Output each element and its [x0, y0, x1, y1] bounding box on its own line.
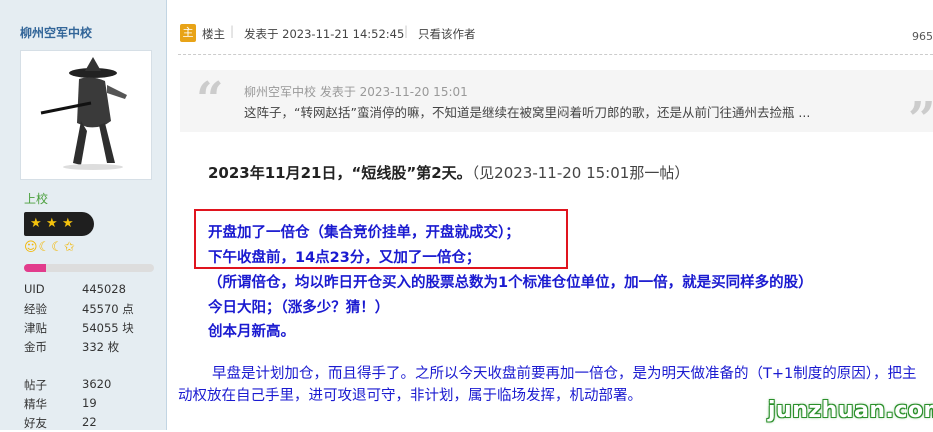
post-headline: 2023年11月21日，“短线股”第2天。（见2023-11-20 15:01那…: [208, 162, 689, 183]
stat-value[interactable]: 445028: [82, 282, 126, 296]
avatar[interactable]: [20, 50, 152, 180]
post-header: 主 楼主 | 发表于 2023-11-21 14:52:45 | 只看该作者 9…: [166, 0, 933, 64]
thread-starter-icon: 主: [180, 24, 196, 42]
site-watermark: junzhuan.com: [768, 398, 933, 423]
content-line: 下午收盘前，14点23分，又加了一倍仓；: [208, 250, 481, 266]
stat-value: 54055 块: [82, 321, 134, 335]
star-icon: ★: [62, 216, 74, 231]
stat-value[interactable]: 19: [82, 396, 97, 410]
close-quote-icon: ”: [908, 92, 933, 148]
view-count: 965: [912, 30, 933, 43]
content-line: 创本月新高。: [208, 324, 295, 340]
header-divider: |: [404, 24, 409, 38]
level-icons: ☺☾☾✩: [24, 240, 76, 255]
level-progress-bar: [24, 264, 154, 272]
open-quote-icon: “: [196, 72, 224, 128]
rank-badge-icon: ★ ★ ★: [24, 212, 94, 236]
quote-text: 这阵子，“转网赵括”蛮消停的嘛，不知道是继续在被窝里闷着听刀郎的歌，还是从前门往…: [244, 105, 811, 120]
stat-spacer: [24, 356, 164, 375]
level-progress-fill: [24, 264, 47, 272]
quote-meta[interactable]: 柳州空军中校 发表于 2023-11-20 15:01: [244, 83, 468, 100]
rank-title: 上校: [24, 192, 49, 206]
stat-row-friends: 好友 22: [24, 413, 164, 432]
stat-value[interactable]: 22: [82, 415, 97, 429]
headline-bold: 2023年11月21日，“短线股”第2天。: [208, 164, 472, 182]
author-stats: UID 445028 经验 45570 点 津贴 54055 块 金币 332 枚 帖子…: [24, 280, 164, 432]
stat-row-digest: 精华 19: [24, 394, 164, 413]
stat-row-allowance: 津贴 54055 块: [24, 318, 164, 337]
only-author-link[interactable]: 只看该作者: [418, 26, 476, 42]
star-icon: ★: [46, 216, 58, 231]
content-line: （所谓倍仓，均以昨日开仓买入的股票总数为1个标准仓位单位，加一倍，就是买同样多的…: [208, 275, 813, 291]
op-label: 楼主: [202, 27, 225, 41]
quote-block: “ 柳州空军中校 发表于 2023-11-20 15:01 这阵子，“转网赵括”…: [180, 70, 933, 148]
stat-row-posts: 帖子 3620: [24, 375, 164, 394]
author-sidebar: 柳州空军中校 上校 ★ ★ ★ ☺☾☾✩ UID 445028 经验 45570 点…: [0, 0, 167, 430]
stat-row-experience: 经验 45570 点: [24, 299, 164, 318]
stat-value: 45570 点: [82, 302, 134, 316]
stat-value: 332 枚: [82, 340, 120, 354]
header-separator: [178, 54, 933, 55]
stat-label: 经验: [24, 302, 47, 316]
stat-label: 好友: [24, 416, 47, 430]
stat-label: 津贴: [24, 321, 47, 335]
avatar-image: [40, 57, 127, 170]
author-username[interactable]: 柳州空军中校: [20, 24, 92, 41]
star-icon: ★: [30, 216, 42, 231]
header-divider: |: [230, 24, 235, 38]
stat-label: UID: [24, 282, 45, 296]
stat-value[interactable]: 3620: [82, 377, 111, 391]
content-line: 今日大阳；（涨多少？猜！）: [208, 300, 390, 316]
stat-label: 精华: [24, 397, 47, 411]
stat-row-gold: 金币 332 枚: [24, 337, 164, 356]
stat-row-uid: UID 445028: [24, 280, 164, 299]
content-line: 开盘加了一倍仓（集合竞价挂单，开盘就成交）；: [208, 225, 520, 241]
post-timestamp: 发表于 2023-11-21 14:52:45: [244, 27, 405, 41]
stat-label: 帖子: [24, 378, 47, 392]
headline-reference: （见2023-11-20 15:01那一帖）: [471, 164, 690, 182]
stat-label: 金币: [24, 340, 47, 354]
